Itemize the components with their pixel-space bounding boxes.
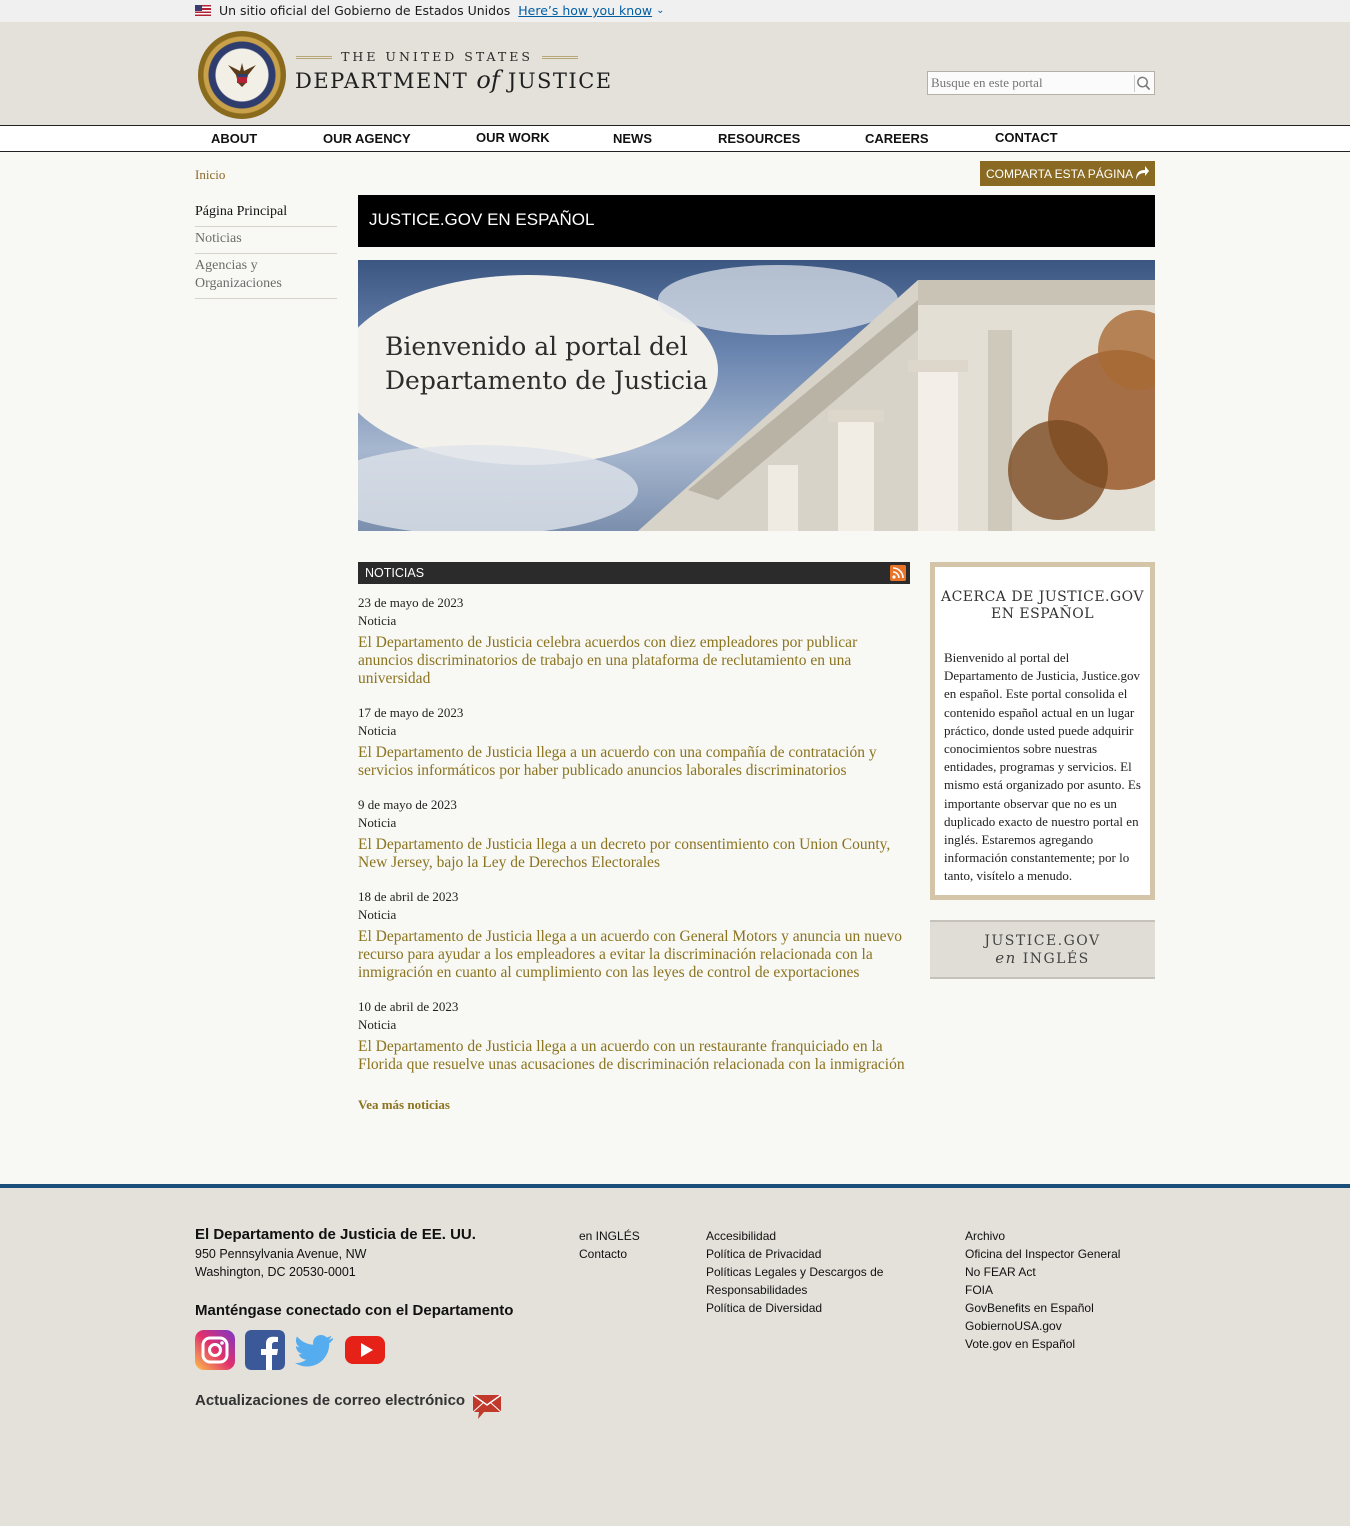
justice-gov-ingles-button[interactable]: JUSTICE.GOV en INGLÉS	[930, 920, 1155, 979]
news-type: Noticia	[358, 907, 397, 922]
news-item: 23 de mayo de 2023 Noticia El Departamen…	[358, 594, 910, 688]
footer-link-diversidad[interactable]: Política de Diversidad	[706, 1299, 906, 1317]
about-box: ACERCA DE JUSTICE.GOV EN ESPAÑOL Bienven…	[930, 562, 1155, 900]
share-page-button[interactable]: COMPARTA ESTA PÁGINA	[980, 161, 1155, 186]
logo-main-text[interactable]: DEPARTMENT of JUSTICE	[295, 66, 613, 94]
news-heading: NOTICIAS	[358, 562, 910, 584]
news-heading-label: NOTICIAS	[365, 566, 425, 580]
youtube-icon[interactable]	[345, 1330, 385, 1370]
share-arrow-icon	[1136, 166, 1149, 180]
logo-justice: JUSTICE	[507, 69, 613, 93]
gov-banner-text: Un sitio oficial del Gobierno de Estados…	[219, 3, 511, 18]
site-header: THE UNITED STATES DEPARTMENT of JUSTICE	[0, 22, 1350, 125]
footer-link-no-fear-act[interactable]: No FEAR Act	[965, 1263, 1120, 1281]
search-box	[927, 71, 1155, 95]
about-body: Bienvenido al portal del Departamento de…	[944, 650, 1141, 884]
news-type: Noticia	[358, 723, 397, 738]
how-you-know-link[interactable]: Here’s how you know	[518, 3, 652, 18]
footer-link-inspector-general[interactable]: Oficina del Inspector General	[965, 1245, 1120, 1263]
footer-link-privacidad[interactable]: Política de Privacidad	[706, 1245, 906, 1263]
nav-our-work[interactable]: OUR WORK	[476, 130, 550, 145]
ingles-word: INGLÉS	[1022, 951, 1090, 967]
news-title-link[interactable]: El Departamento de Justicia celebra acue…	[358, 634, 910, 688]
nav-our-agency[interactable]: OUR AGENCY	[323, 131, 411, 146]
sidebar-item-noticias[interactable]: Noticias	[195, 227, 337, 254]
logo-of: of	[476, 66, 500, 94]
news-date: 10 de abril de 2023	[358, 999, 459, 1014]
facebook-icon[interactable]	[245, 1330, 285, 1370]
news-title-link[interactable]: El Departamento de Justicia llega a un a…	[358, 1038, 910, 1074]
main-nav: ABOUT OUR AGENCY OUR WORK NEWS RESOURCES…	[0, 125, 1350, 152]
ingles-line-2: en INGLÉS	[930, 949, 1155, 967]
hero-line-1: Bienvenido al portal del	[385, 332, 688, 361]
footer-col-1: en INGLÉS Contacto	[579, 1227, 640, 1263]
search-icon[interactable]	[1134, 75, 1151, 92]
footer-link-politicas-legales[interactable]: Políticas Legales y Descargos de Respons…	[706, 1263, 906, 1299]
nav-contact[interactable]: CONTACT	[995, 130, 1058, 145]
footer-link-vote-gov[interactable]: Vote.gov en Español	[965, 1335, 1120, 1353]
footer-address-1: 950 Pennsylvania Avenue, NW	[195, 1247, 367, 1261]
gov-banner: Un sitio oficial del Gobierno de Estados…	[0, 0, 1350, 22]
logo-department: DEPARTMENT	[295, 69, 469, 93]
footer-link-gobiernousa[interactable]: GobiernoUSA.gov	[965, 1317, 1120, 1335]
rss-icon[interactable]	[890, 565, 906, 581]
email-envelope-icon[interactable]	[472, 1390, 502, 1420]
sidebar-item-agencias[interactable]: Agencias y Organizaciones	[195, 254, 337, 299]
sidebar-item-pagina-principal[interactable]: Página Principal	[195, 200, 337, 227]
news-title-link[interactable]: El Departamento de Justicia llega a un d…	[358, 836, 910, 872]
footer-link-en-ingles[interactable]: en INGLÉS	[579, 1227, 640, 1245]
hero-heading: Bienvenido al portal del Departamento de…	[385, 330, 708, 398]
footer-link-govbenefits[interactable]: GovBenefits en Español	[965, 1299, 1120, 1317]
instagram-icon[interactable]	[195, 1330, 235, 1370]
chevron-down-icon[interactable]: ⌄	[656, 5, 664, 16]
hero-line-2: Departamento de Justicia	[385, 366, 708, 395]
news-date: 9 de mayo de 2023	[358, 797, 457, 812]
news-item: 9 de mayo de 2023 Noticia El Departament…	[358, 796, 910, 872]
news-item: 17 de mayo de 2023 Noticia El Departamen…	[358, 704, 910, 780]
news-date: 17 de mayo de 2023	[358, 705, 464, 720]
about-heading-line-1: ACERCA DE JUSTICE.GOV	[940, 589, 1145, 605]
footer-address-2: Washington, DC 20530-0001	[195, 1265, 356, 1279]
doj-seal-logo[interactable]	[198, 31, 286, 119]
more-news-link[interactable]: Vea más noticias	[358, 1097, 450, 1113]
news-item: 10 de abril de 2023 Noticia El Departame…	[358, 998, 910, 1074]
share-label: COMPARTA ESTA PÁGINA	[986, 167, 1134, 181]
news-title-link[interactable]: El Departamento de Justicia llega a un a…	[358, 744, 910, 780]
site-footer: El Departamento de Justicia de EE. UU. 9…	[0, 1184, 1350, 1526]
footer-col-2: Accesibilidad Política de Privacidad Pol…	[706, 1227, 906, 1317]
news-item: 18 de abril de 2023 Noticia El Departame…	[358, 888, 910, 982]
breadcrumb-home[interactable]: Inicio	[195, 167, 225, 183]
ingles-line-1: JUSTICE.GOV	[984, 933, 1101, 949]
footer-connect-heading: Manténgase conectado con el Departamento	[195, 1302, 514, 1319]
news-type: Noticia	[358, 613, 397, 628]
about-heading-line-2: EN ESPAÑOL	[991, 606, 1094, 622]
email-updates-link[interactable]: Actualizaciones de correo electrónico	[195, 1392, 465, 1409]
about-heading: ACERCA DE JUSTICE.GOV EN ESPAÑOL	[935, 589, 1150, 623]
page-title: JUSTICE.GOV EN ESPAÑOL	[358, 195, 1155, 247]
nav-about[interactable]: ABOUT	[211, 131, 257, 146]
news-type: Noticia	[358, 1017, 397, 1032]
sidebar-nav: Página Principal Noticias Agencias y Org…	[195, 200, 337, 299]
nav-careers[interactable]: CAREERS	[865, 131, 929, 146]
nav-news[interactable]: NEWS	[613, 131, 652, 146]
ingles-en: en	[995, 949, 1017, 967]
us-flag-icon	[195, 5, 211, 16]
search-input[interactable]	[928, 72, 1124, 94]
footer-link-contacto[interactable]: Contacto	[579, 1245, 640, 1263]
footer-link-foia[interactable]: FOIA	[965, 1281, 1120, 1299]
eagle-icon	[228, 63, 256, 87]
footer-col-3: Archivo Oficina del Inspector General No…	[965, 1227, 1120, 1353]
news-date: 23 de mayo de 2023	[358, 595, 464, 610]
news-title-link[interactable]: El Departamento de Justicia llega a un a…	[358, 928, 910, 982]
footer-org-name: El Departamento de Justicia de EE. UU.	[195, 1226, 476, 1243]
news-date: 18 de abril de 2023	[358, 889, 459, 904]
twitter-icon[interactable]	[295, 1330, 335, 1370]
hero-banner: Bienvenido al portal del Departamento de…	[358, 260, 1155, 531]
footer-link-archivo[interactable]: Archivo	[965, 1227, 1120, 1245]
news-type: Noticia	[358, 815, 397, 830]
footer-link-accesibilidad[interactable]: Accesibilidad	[706, 1227, 906, 1245]
logo-top-text: THE UNITED STATES	[296, 49, 578, 64]
nav-resources[interactable]: RESOURCES	[718, 131, 800, 146]
